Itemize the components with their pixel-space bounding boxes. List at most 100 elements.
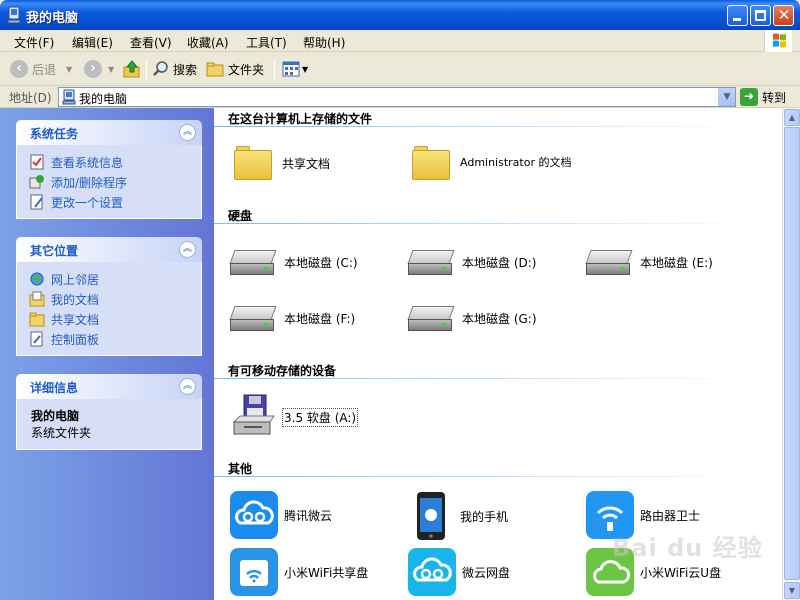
up-folder-icon bbox=[123, 60, 140, 78]
task-change-setting[interactable]: 更改一个设置 bbox=[17, 192, 201, 212]
up-folder-button[interactable] bbox=[122, 57, 142, 81]
maximize-button[interactable] bbox=[750, 5, 771, 26]
system-info-icon bbox=[29, 154, 45, 170]
folder-admin-documents[interactable]: Administrator 的文档 bbox=[412, 146, 576, 180]
menu-favorites[interactable]: 收藏(A) bbox=[187, 34, 229, 51]
menu-view[interactable]: 查看(V) bbox=[130, 34, 172, 51]
scroll-thumb[interactable] bbox=[784, 127, 800, 580]
close-icon: ✕ bbox=[777, 6, 791, 24]
drive-f[interactable]: 本地磁盘 (F:) bbox=[229, 304, 355, 332]
hard-disk-icon bbox=[229, 248, 277, 276]
other-places-header[interactable]: 其它位置 ︽ bbox=[16, 237, 202, 262]
forward-button[interactable]: › ▼ bbox=[84, 57, 114, 81]
group-title-removable: 有可移动存储的设备 bbox=[228, 364, 337, 378]
minimize-icon bbox=[733, 18, 741, 21]
app-tencent-weiyun[interactable]: 腾讯微云 bbox=[230, 491, 332, 539]
drive-c[interactable]: 本地磁盘 (C:) bbox=[229, 248, 358, 276]
computer-icon bbox=[62, 89, 76, 108]
folder-icon bbox=[29, 311, 45, 327]
wifi-folder-icon bbox=[230, 548, 278, 596]
task-add-remove-programs[interactable]: 添加/删除程序 bbox=[17, 172, 201, 192]
window-title: 我的电脑 bbox=[26, 11, 79, 26]
folder-shared-documents[interactable]: 共享文档 bbox=[234, 146, 330, 180]
address-dropdown-button[interactable]: ▼ bbox=[718, 88, 735, 106]
menu-tools[interactable]: 工具(T) bbox=[246, 34, 287, 51]
vertical-scrollbar[interactable]: ▲ ▼ bbox=[782, 108, 800, 600]
place-control-panel[interactable]: 控制面板 bbox=[17, 329, 201, 349]
folders-label: 文件夹 bbox=[228, 62, 265, 77]
place-my-documents[interactable]: 我的文档 bbox=[17, 289, 201, 309]
close-button[interactable]: ✕ bbox=[773, 5, 794, 26]
drive-a-floppy[interactable]: 3.5 软盘 (A:) bbox=[230, 394, 359, 440]
place-shared-documents[interactable]: 共享文档 bbox=[17, 309, 201, 329]
file-view: 在这台计算机上存储的文件 共享文档 Administrator 的文档 硬盘 本… bbox=[214, 108, 782, 600]
collapse-chevron-icon[interactable]: ︽ bbox=[179, 124, 196, 141]
hard-disk-icon bbox=[407, 304, 455, 332]
chevron-down-icon: ▼ bbox=[66, 64, 73, 74]
back-button[interactable]: ‹ 后退 ▼ bbox=[10, 57, 72, 81]
folder-icon bbox=[412, 146, 450, 180]
address-label: 地址(D) bbox=[9, 91, 52, 105]
drive-g[interactable]: 本地磁盘 (G:) bbox=[407, 304, 537, 332]
cloud-icon bbox=[230, 491, 278, 539]
collapse-chevron-icon[interactable]: ︽ bbox=[179, 241, 196, 258]
control-panel-icon bbox=[29, 331, 45, 347]
system-tasks-panel: 系统任务 ︽ 查看系统信息 添加/删除程序 更改一个设置 bbox=[16, 120, 202, 219]
my-documents-icon bbox=[29, 291, 45, 307]
address-value: 我的电脑 bbox=[79, 92, 128, 106]
search-button[interactable]: 搜索 bbox=[152, 57, 197, 81]
menu-bar: 文件(F) 编辑(E) 查看(V) 收藏(A) 工具(T) 帮助(H) bbox=[0, 30, 800, 52]
menu-file[interactable]: 文件(F) bbox=[14, 34, 54, 51]
floppy-drive-icon bbox=[230, 394, 278, 440]
group-title-hard-disks: 硬盘 bbox=[228, 209, 253, 223]
cloud-icon bbox=[408, 548, 456, 596]
network-globe-icon bbox=[29, 271, 45, 287]
menu-edit[interactable]: 编辑(E) bbox=[72, 34, 113, 51]
phone-icon bbox=[414, 491, 448, 541]
settings-icon bbox=[29, 194, 45, 210]
app-my-phone[interactable]: 我的手机 bbox=[414, 491, 508, 541]
address-input[interactable]: 我的电脑 ▼ bbox=[58, 87, 736, 107]
task-pane: 系统任务 ︽ 查看系统信息 添加/删除程序 更改一个设置 其它位置 ︽ 网上邻居… bbox=[0, 108, 214, 600]
group-title-other: 其他 bbox=[228, 462, 253, 476]
add-remove-programs-icon bbox=[29, 174, 45, 190]
folder-icon bbox=[206, 62, 224, 77]
menu-help[interactable]: 帮助(H) bbox=[303, 34, 345, 51]
details-subtitle: 系统文件夹 bbox=[31, 426, 92, 440]
app-weiyun-disk[interactable]: 微云网盘 bbox=[408, 548, 510, 596]
other-places-panel: 其它位置 ︽ 网上邻居 我的文档 共享文档 控制面板 bbox=[16, 237, 202, 356]
details-name: 我的电脑 bbox=[31, 409, 80, 423]
computer-icon bbox=[6, 6, 22, 24]
place-network[interactable]: 网上邻居 bbox=[17, 269, 201, 289]
drive-d[interactable]: 本地磁盘 (D:) bbox=[407, 248, 536, 276]
drive-e[interactable]: 本地磁盘 (E:) bbox=[585, 248, 713, 276]
folder-icon bbox=[234, 146, 272, 180]
hard-disk-icon bbox=[229, 304, 277, 332]
minimize-button[interactable] bbox=[727, 5, 748, 26]
address-bar: 地址(D) 我的电脑 ▼ ➜ 转到 bbox=[0, 86, 800, 108]
chevron-down-icon: ▼ bbox=[108, 64, 115, 74]
back-arrow-icon: ‹ bbox=[10, 60, 28, 78]
windows-logo-icon bbox=[764, 30, 792, 52]
system-tasks-header[interactable]: 系统任务 ︽ bbox=[16, 120, 202, 145]
title-bar: 我的电脑 ✕ bbox=[0, 0, 800, 30]
back-label: 后退 bbox=[32, 62, 57, 77]
watermark: Bai du 经验 bbox=[612, 534, 763, 562]
collapse-chevron-icon[interactable]: ︽ bbox=[179, 378, 196, 395]
hard-disk-icon bbox=[407, 248, 455, 276]
task-view-system-info[interactable]: 查看系统信息 bbox=[17, 152, 201, 172]
go-button[interactable]: ➜ 转到 bbox=[740, 88, 786, 106]
go-label: 转到 bbox=[762, 90, 787, 105]
app-mi-wifi-share-disk[interactable]: 小米WiFi共享盘 bbox=[230, 548, 368, 596]
panel-title: 其它位置 bbox=[30, 244, 79, 258]
search-icon bbox=[153, 61, 168, 76]
chevron-down-icon: ▼ bbox=[302, 64, 309, 74]
folders-button[interactable]: 文件夹 bbox=[206, 57, 264, 81]
go-arrow-icon: ➜ bbox=[740, 88, 758, 106]
views-icon bbox=[282, 61, 300, 77]
scroll-up-button[interactable]: ▲ bbox=[784, 109, 800, 126]
details-header[interactable]: 详细信息 ︽ bbox=[16, 374, 202, 399]
views-button[interactable]: ▼ bbox=[282, 57, 308, 81]
scroll-down-button[interactable]: ▼ bbox=[784, 582, 800, 599]
search-label: 搜索 bbox=[173, 62, 198, 77]
